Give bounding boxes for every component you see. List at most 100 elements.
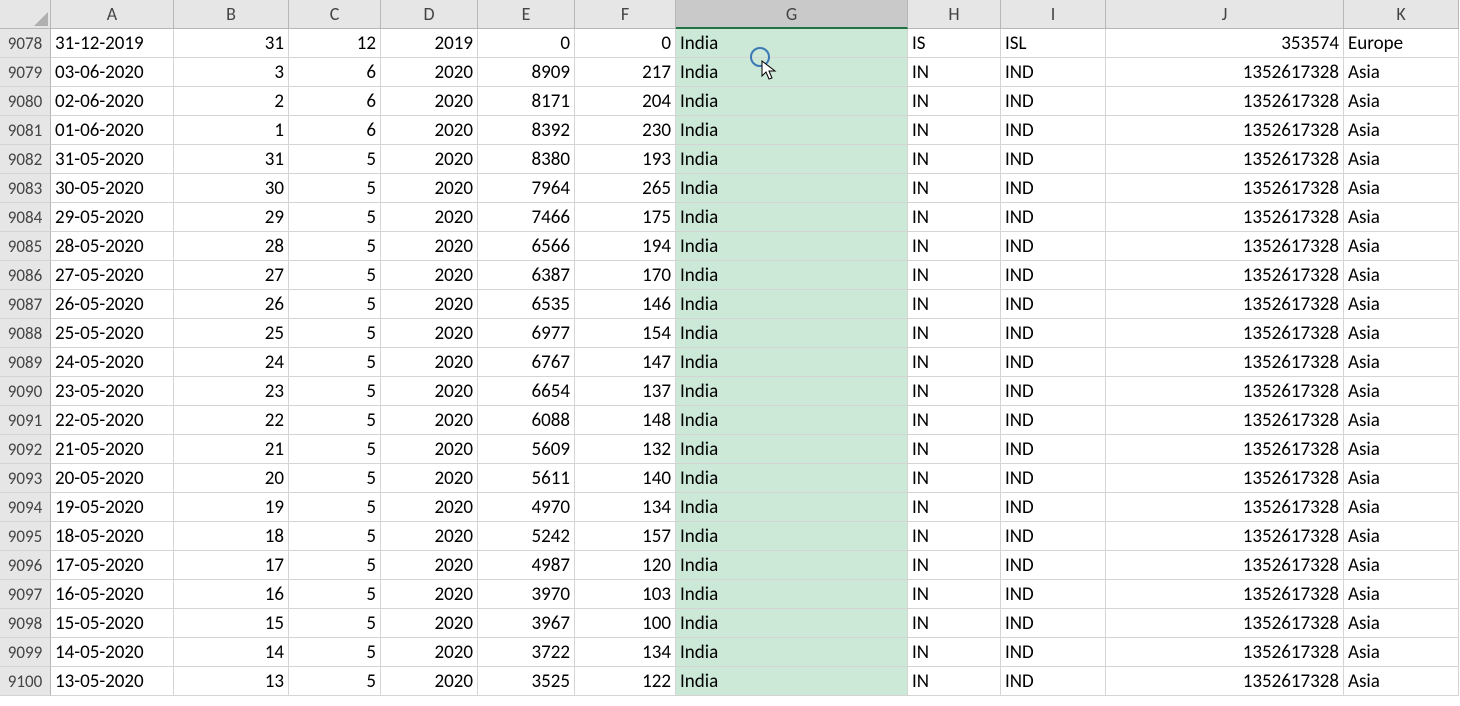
cell-F9091[interactable]: 148 [575,406,676,435]
cell-H9080[interactable]: IN [908,87,1001,116]
cell-H9078[interactable]: IS [908,29,1001,58]
row-header[interactable]: 9092 [0,435,51,464]
cell-F9086[interactable]: 170 [575,261,676,290]
cell-K9091[interactable]: Asia [1344,406,1459,435]
column-header-B[interactable]: B [174,0,289,29]
column-header-C[interactable]: C [289,0,381,29]
cell-I9100[interactable]: IND [1001,667,1106,696]
cell-J9097[interactable]: 1352617328 [1106,580,1344,609]
cell-F9087[interactable]: 146 [575,290,676,319]
cell-D9100[interactable]: 2020 [381,667,478,696]
cell-I9078[interactable]: ISL [1001,29,1106,58]
cell-G9100[interactable]: India [676,667,908,696]
cell-D9087[interactable]: 2020 [381,290,478,319]
cell-K9083[interactable]: Asia [1344,174,1459,203]
cell-C9097[interactable]: 5 [289,580,381,609]
cell-B9087[interactable]: 26 [174,290,289,319]
cell-E9088[interactable]: 6977 [478,319,575,348]
cell-J9098[interactable]: 1352617328 [1106,609,1344,638]
cell-G9097[interactable]: India [676,580,908,609]
cell-J9090[interactable]: 1352617328 [1106,377,1344,406]
cell-E9092[interactable]: 5609 [478,435,575,464]
cell-D9095[interactable]: 2020 [381,522,478,551]
cell-G9084[interactable]: India [676,203,908,232]
cell-A9086[interactable]: 27-05-2020 [51,261,174,290]
cell-B9093[interactable]: 20 [174,464,289,493]
cell-I9089[interactable]: IND [1001,348,1106,377]
cell-K9090[interactable]: Asia [1344,377,1459,406]
row-header[interactable]: 9100 [0,667,51,696]
cell-E9090[interactable]: 6654 [478,377,575,406]
cell-I9087[interactable]: IND [1001,290,1106,319]
cell-I9085[interactable]: IND [1001,232,1106,261]
cell-F9096[interactable]: 120 [575,551,676,580]
cell-H9081[interactable]: IN [908,116,1001,145]
cell-H9097[interactable]: IN [908,580,1001,609]
cell-A9079[interactable]: 03-06-2020 [51,58,174,87]
cell-E9094[interactable]: 4970 [478,493,575,522]
cell-E9082[interactable]: 8380 [478,145,575,174]
cell-I9095[interactable]: IND [1001,522,1106,551]
cell-I9086[interactable]: IND [1001,261,1106,290]
cell-B9078[interactable]: 31 [174,29,289,58]
cell-H9095[interactable]: IN [908,522,1001,551]
cell-A9090[interactable]: 23-05-2020 [51,377,174,406]
row-header[interactable]: 9082 [0,145,51,174]
row-header[interactable]: 9097 [0,580,51,609]
cell-J9094[interactable]: 1352617328 [1106,493,1344,522]
cell-E9078[interactable]: 0 [478,29,575,58]
cell-B9098[interactable]: 15 [174,609,289,638]
cell-E9095[interactable]: 5242 [478,522,575,551]
cell-F9082[interactable]: 193 [575,145,676,174]
cell-K9095[interactable]: Asia [1344,522,1459,551]
cell-B9092[interactable]: 21 [174,435,289,464]
cell-F9100[interactable]: 122 [575,667,676,696]
cell-I9099[interactable]: IND [1001,638,1106,667]
cell-G9090[interactable]: India [676,377,908,406]
cell-J9078[interactable]: 353574 [1106,29,1344,58]
cell-I9093[interactable]: IND [1001,464,1106,493]
cell-C9089[interactable]: 5 [289,348,381,377]
cell-I9088[interactable]: IND [1001,319,1106,348]
cell-A9088[interactable]: 25-05-2020 [51,319,174,348]
cell-C9092[interactable]: 5 [289,435,381,464]
cell-G9083[interactable]: India [676,174,908,203]
column-header-F[interactable]: F [575,0,676,29]
cell-C9091[interactable]: 5 [289,406,381,435]
cell-K9100[interactable]: Asia [1344,667,1459,696]
cell-D9096[interactable]: 2020 [381,551,478,580]
cell-C9099[interactable]: 5 [289,638,381,667]
cell-E9093[interactable]: 5611 [478,464,575,493]
cell-I9079[interactable]: IND [1001,58,1106,87]
cell-F9093[interactable]: 140 [575,464,676,493]
cell-C9084[interactable]: 5 [289,203,381,232]
cell-K9093[interactable]: Asia [1344,464,1459,493]
cell-A9099[interactable]: 14-05-2020 [51,638,174,667]
cell-H9084[interactable]: IN [908,203,1001,232]
cell-H9099[interactable]: IN [908,638,1001,667]
cell-I9083[interactable]: IND [1001,174,1106,203]
cell-I9081[interactable]: IND [1001,116,1106,145]
cell-B9081[interactable]: 1 [174,116,289,145]
cell-A9087[interactable]: 26-05-2020 [51,290,174,319]
cell-A9098[interactable]: 15-05-2020 [51,609,174,638]
cell-D9086[interactable]: 2020 [381,261,478,290]
cell-K9096[interactable]: Asia [1344,551,1459,580]
cell-A9089[interactable]: 24-05-2020 [51,348,174,377]
cell-K9081[interactable]: Asia [1344,116,1459,145]
cell-J9089[interactable]: 1352617328 [1106,348,1344,377]
cell-I9094[interactable]: IND [1001,493,1106,522]
cell-K9079[interactable]: Asia [1344,58,1459,87]
row-header[interactable]: 9079 [0,58,51,87]
row-header[interactable]: 9087 [0,290,51,319]
cell-C9093[interactable]: 5 [289,464,381,493]
cell-G9088[interactable]: India [676,319,908,348]
row-header[interactable]: 9091 [0,406,51,435]
cell-H9088[interactable]: IN [908,319,1001,348]
row-header[interactable]: 9084 [0,203,51,232]
column-header-I[interactable]: I [1001,0,1106,29]
cell-C9087[interactable]: 5 [289,290,381,319]
cell-J9080[interactable]: 1352617328 [1106,87,1344,116]
cell-F9078[interactable]: 0 [575,29,676,58]
cell-H9092[interactable]: IN [908,435,1001,464]
